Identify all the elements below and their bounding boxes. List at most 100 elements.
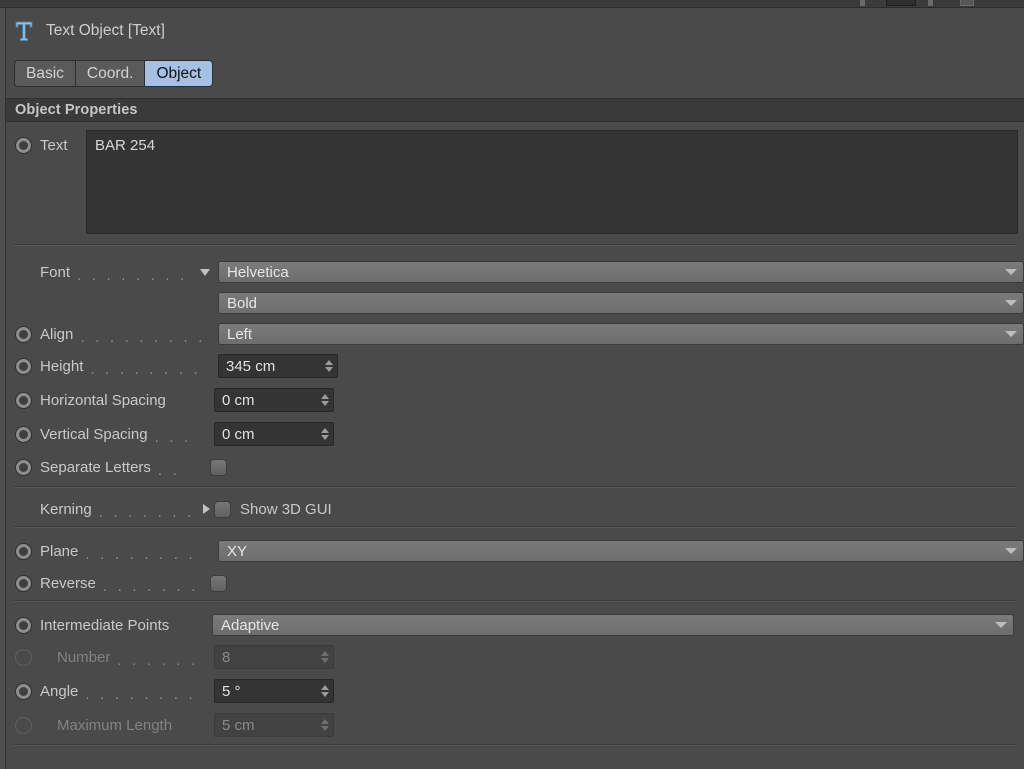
keyframe-dot-intermediate-points[interactable] xyxy=(15,616,32,634)
label-number: Number xyxy=(57,648,111,666)
scrollbar-thumb[interactable] xyxy=(0,8,5,769)
align-dropdown[interactable]: Left xyxy=(218,323,1024,345)
keyframe-dot-separate-letters[interactable] xyxy=(15,458,32,476)
align-value: Left xyxy=(227,325,253,343)
angle-stepper[interactable] xyxy=(320,683,329,699)
dot-leader-angle: . . . . . . . . . . xyxy=(85,686,204,702)
keyframe-dot-vertical-spacing[interactable] xyxy=(15,425,32,443)
dot-leader-separate-letters: . . xyxy=(157,462,181,478)
number-value: 8 xyxy=(222,648,231,666)
vertical-spacing-label-block: Vertical Spacing . . . xyxy=(6,425,210,445)
dot-leader-align: . . . . . . . . . . . xyxy=(80,329,204,345)
keyframe-dot-align[interactable] xyxy=(15,325,32,343)
tab-basic[interactable]: Basic xyxy=(14,60,75,87)
dot-leader-plane: . . . . . . . . . . xyxy=(85,546,204,562)
horizontal-spacing-value: 0 cm xyxy=(222,391,255,409)
font-style-dropdown[interactable]: Bold xyxy=(218,292,1024,314)
toolbar-divider-2 xyxy=(928,0,933,6)
toolbar-button-field[interactable] xyxy=(886,0,916,6)
horizontal-spacing-stepper[interactable] xyxy=(320,392,329,408)
vertical-spacing-input[interactable]: 0 cm xyxy=(214,422,334,446)
height-value: 345 cm xyxy=(226,357,276,375)
label-font: Font xyxy=(40,263,71,281)
label-plane: Plane xyxy=(40,542,79,560)
dot-leader-height: . . . . . . . . . . xyxy=(90,361,204,377)
row-font-style: Bold xyxy=(6,286,1024,320)
maximum-length-input: 5 cm xyxy=(214,713,334,737)
tab-object[interactable]: Object xyxy=(144,60,214,87)
toolbar-divider xyxy=(860,0,865,6)
chevron-down-icon xyxy=(995,622,1007,628)
row-number: Number . . . . . . . . . 8 xyxy=(6,640,1024,674)
dot-leader-number: . . . . . . . . . xyxy=(117,652,204,668)
section-header-object-properties: Object Properties xyxy=(6,98,1024,122)
maximum-length-stepper xyxy=(320,717,329,733)
row-reverse: Reverse . . . . . . . . . xyxy=(6,566,1024,600)
object-title-row: Text Object [Text] xyxy=(6,16,165,46)
row-intermediate-points: Intermediate Points Adaptive xyxy=(6,608,1024,642)
chevron-down-icon xyxy=(1005,331,1017,337)
chevron-down-icon-font[interactable] xyxy=(200,268,210,276)
chevron-right-icon-kerning[interactable] xyxy=(203,504,210,514)
maximum-length-label-block: Maximum Length xyxy=(6,716,210,734)
separate-letters-checkbox[interactable] xyxy=(210,458,227,476)
toolbar-button[interactable] xyxy=(960,0,974,6)
row-font: Font . . . . . . . . Helvetica xyxy=(6,255,1024,289)
plane-value: XY xyxy=(227,542,248,560)
label-angle: Angle xyxy=(40,682,79,700)
vertical-spacing-value: 0 cm xyxy=(222,425,255,443)
text-object-icon xyxy=(15,21,33,42)
horizontal-spacing-input[interactable]: 0 cm xyxy=(214,388,334,412)
reverse-label-block: Reverse . . . . . . . . . xyxy=(6,574,210,594)
keyframe-dot-reverse[interactable] xyxy=(15,574,32,592)
show-3d-gui-checkbox[interactable] xyxy=(214,500,231,518)
text-input[interactable]: BAR 254 xyxy=(86,130,1018,234)
font-family-value: Helvetica xyxy=(227,263,289,281)
keyframe-dot-number xyxy=(15,648,32,666)
angle-input[interactable]: 5 ° xyxy=(214,679,334,703)
label-align: Align xyxy=(40,325,74,343)
tab-coord[interactable]: Coord. xyxy=(74,60,145,87)
row-angle: Angle . . . . . . . . . . 5 ° xyxy=(6,674,1024,708)
dot-leader-kerning: . . . . . . . xyxy=(98,504,195,520)
label-maximum-length: Maximum Length xyxy=(57,716,173,734)
attribute-tab-bar: Basic Coord. Object xyxy=(14,60,214,87)
chevron-down-icon xyxy=(1005,269,1017,275)
plane-dropdown[interactable]: XY xyxy=(218,540,1024,562)
height-label-block: Height . . . . . . . . . . xyxy=(6,357,210,377)
keyframe-dot-maximum-length xyxy=(15,716,32,734)
row-height: Height . . . . . . . . . . 345 cm xyxy=(6,349,1024,383)
number-stepper xyxy=(320,649,329,665)
keyframe-dot-height[interactable] xyxy=(15,357,32,375)
keyframe-dot-horizontal-spacing[interactable] xyxy=(15,391,32,409)
intermediate-points-label-block: Intermediate Points xyxy=(6,616,210,634)
plane-label-block: Plane . . . . . . . . . . xyxy=(6,542,210,562)
vertical-spacing-stepper[interactable] xyxy=(320,426,329,442)
row-horizontal-spacing: Horizontal Spacing 0 cm xyxy=(6,383,1024,417)
separator-3 xyxy=(14,526,1016,528)
keyframe-dot-text[interactable] xyxy=(15,136,32,154)
label-reverse: Reverse xyxy=(40,574,96,592)
height-stepper[interactable] xyxy=(324,358,333,374)
reverse-checkbox[interactable] xyxy=(210,574,227,592)
font-label-block: Font . . . . . . . . xyxy=(6,263,210,283)
row-separate-letters: Separate Letters . . xyxy=(6,450,1024,484)
label-separate-letters: Separate Letters xyxy=(40,458,151,476)
height-input[interactable]: 345 cm xyxy=(218,354,338,378)
label-height: Height xyxy=(40,357,84,375)
text-row-label-group: Text xyxy=(6,130,68,160)
keyframe-dot-plane[interactable] xyxy=(15,542,32,560)
row-maximum-length: Maximum Length 5 cm xyxy=(6,708,1024,742)
align-label-block: Align . . . . . . . . . . . xyxy=(6,325,210,345)
page-title: Text Object [Text] xyxy=(46,22,165,39)
host-toolbar-strip xyxy=(0,0,1024,8)
kerning-label-block[interactable]: Kerning . . . . . . . xyxy=(6,501,210,520)
row-vertical-spacing: Vertical Spacing . . . 0 cm xyxy=(6,417,1024,451)
keyframe-dot-angle[interactable] xyxy=(15,682,32,700)
label-horizontal-spacing: Horizontal Spacing xyxy=(40,391,166,409)
label-intermediate-points: Intermediate Points xyxy=(40,616,170,634)
angle-value: 5 ° xyxy=(222,682,241,700)
row-align: Align . . . . . . . . . . . Left xyxy=(6,317,1024,351)
font-family-dropdown[interactable]: Helvetica xyxy=(218,261,1024,283)
intermediate-points-dropdown[interactable]: Adaptive xyxy=(212,614,1014,636)
